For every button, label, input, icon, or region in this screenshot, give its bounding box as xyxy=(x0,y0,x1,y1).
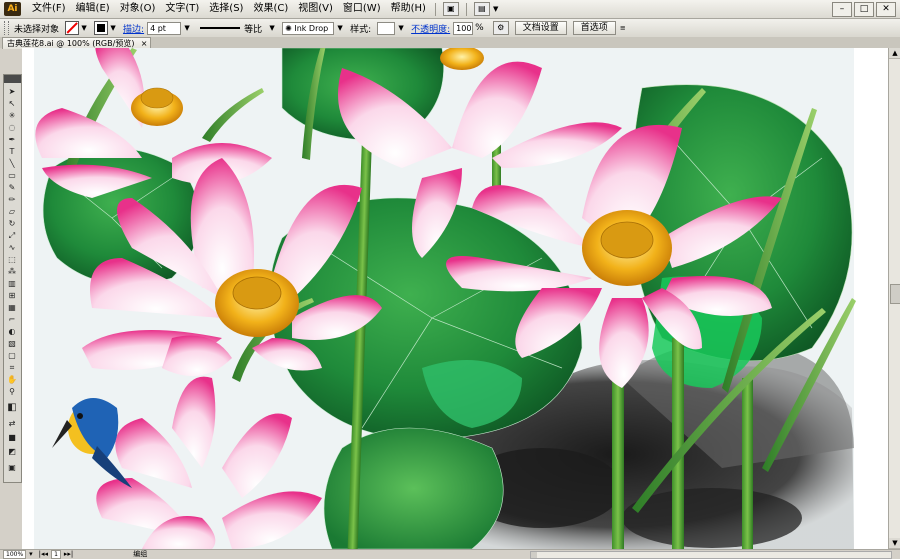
free-transform-icon[interactable]: ⬚ xyxy=(6,255,18,265)
menu-edit[interactable]: 编辑(E) xyxy=(71,0,115,18)
menu-separator xyxy=(434,2,436,16)
live-paint-icon[interactable]: ▧ xyxy=(6,339,18,349)
brush-name: Ink Drop xyxy=(294,23,329,33)
document-setup-button[interactable]: 文档设置 xyxy=(514,21,567,35)
eyedropper-icon[interactable]: ⌐ xyxy=(6,315,18,325)
menu-bar: Ai 文件(F) 编辑(E) 对象(O) 文字(T) 选择(S) 效果(C) 视… xyxy=(0,0,900,19)
slice-icon[interactable]: ⌗ xyxy=(6,363,18,373)
horizontal-scrollbar[interactable] xyxy=(530,551,892,559)
maximize-icon[interactable]: □ xyxy=(854,2,874,17)
type-icon[interactable]: T xyxy=(6,147,18,157)
menu-help[interactable]: 帮助(H) xyxy=(386,0,431,18)
tools-panel: ➤ ↖ ✳ ◌ ✒ T ╲ ▭ ✎ ✏ ▱ ↻ ⤢ ∿ ⬚ ⁂ ▥ ⊞ ▦ ⌐ … xyxy=(3,74,22,483)
minimize-icon[interactable]: – xyxy=(832,2,852,17)
line-icon[interactable]: ╲ xyxy=(6,159,18,169)
vertical-scrollbar[interactable]: ▲ ▼ xyxy=(888,48,900,549)
lotus-artwork xyxy=(22,48,888,549)
menu-view[interactable]: 视图(V) xyxy=(293,0,338,18)
zoom-field[interactable]: 100% xyxy=(3,549,27,559)
pencil-icon[interactable]: ✏ xyxy=(6,195,18,205)
selection-status: 未选择对象 xyxy=(14,24,60,35)
blend-icon[interactable]: ◐ xyxy=(6,327,18,337)
app-logo: Ai xyxy=(4,2,21,16)
brush-icon: ✺ xyxy=(285,23,295,33)
profile-label: 等比 xyxy=(244,24,263,35)
direct-selection-icon[interactable]: ↖ xyxy=(6,99,18,109)
pen-icon[interactable]: ✒ xyxy=(6,135,18,145)
gradient-icon[interactable]: ▦ xyxy=(6,303,18,313)
color-mode-icon[interactable]: ■ xyxy=(6,433,18,443)
style-label: 样式: xyxy=(350,24,372,35)
grip-handle[interactable] xyxy=(4,21,9,35)
symbol-sprayer-icon[interactable]: ⁂ xyxy=(6,267,18,277)
arrange-documents-icon[interactable]: ▤ xyxy=(473,2,490,16)
screen-mode-icon[interactable]: ▣ xyxy=(6,463,18,473)
chevron-down-icon[interactable]: ▼ xyxy=(183,22,191,34)
menu-effect[interactable]: 效果(C) xyxy=(248,0,293,18)
control-bar: 未选择对象 ▼ ▼ 描边: 4 pt ▼ 等比 ▼ ✺ Ink Drop ▼ 样… xyxy=(0,19,900,38)
chevron-down-icon[interactable]: ▼ xyxy=(268,22,276,34)
lasso-icon[interactable]: ◌ xyxy=(6,123,18,133)
tools-panel-header[interactable] xyxy=(4,75,21,83)
rectangle-icon[interactable]: ▭ xyxy=(6,171,18,181)
hand-icon[interactable]: ✋ xyxy=(6,375,18,385)
opacity-link[interactable]: 不透明度: xyxy=(411,22,450,35)
preferences-button[interactable]: 首选项 xyxy=(572,21,616,35)
chevron-down-icon[interactable]: ▼ xyxy=(80,22,88,34)
stroke-swatch-icon[interactable] xyxy=(94,21,109,35)
close-icon[interactable]: ✕ xyxy=(876,2,896,17)
menu-separator xyxy=(465,2,467,16)
recolor-icon[interactable]: ⚙ xyxy=(492,21,509,35)
brush-field[interactable]: ✺ Ink Drop xyxy=(282,21,335,35)
panel-menu-icon[interactable]: ≡ xyxy=(619,22,627,34)
opacity-field[interactable]: 100 xyxy=(453,21,474,35)
warp-icon[interactable]: ∿ xyxy=(6,243,18,253)
scrollbar-thumb[interactable] xyxy=(890,284,900,304)
style-swatch[interactable] xyxy=(377,21,396,35)
chevron-down-icon[interactable]: ▼ xyxy=(109,22,117,34)
rotate-icon[interactable]: ↻ xyxy=(6,219,18,229)
chevron-up-icon[interactable]: ▲ xyxy=(889,48,900,59)
bridge-icon[interactable]: ▣ xyxy=(442,2,459,16)
graph-icon[interactable]: ▥ xyxy=(6,279,18,289)
brush-icon[interactable]: ✎ xyxy=(6,183,18,193)
scale-icon[interactable]: ⤢ xyxy=(6,231,18,241)
color-swatch-icon[interactable]: ◧ xyxy=(6,403,18,413)
chevron-down-icon[interactable]: ▼ xyxy=(336,22,344,34)
chevron-down-icon[interactable]: ▼ xyxy=(889,538,900,549)
menu-type[interactable]: 文字(T) xyxy=(160,0,204,18)
fill-swatch-icon[interactable] xyxy=(65,21,80,35)
scrollbar-thumb[interactable] xyxy=(531,552,537,558)
page-field[interactable]: 1 xyxy=(51,549,61,559)
document-tab-bar: 古典莲花8.ai @ 100% (RGB/预览) × xyxy=(0,37,900,49)
zoom-icon[interactable]: ⚲ xyxy=(6,387,18,397)
menu-object[interactable]: 对象(O) xyxy=(115,0,161,18)
window-controls: – □ ✕ xyxy=(832,2,896,17)
canvas[interactable] xyxy=(22,48,888,549)
menu-select[interactable]: 选择(S) xyxy=(204,0,248,18)
chevron-down-icon[interactable]: ▼ xyxy=(397,22,405,34)
stroke-link[interactable]: 描边: xyxy=(123,22,144,35)
document-title: 古典莲花8.ai @ 100% (RGB/预览) xyxy=(7,39,135,48)
opacity-unit: % xyxy=(475,23,484,33)
menu-file[interactable]: 文件(F) xyxy=(27,0,71,18)
mesh-icon[interactable]: ⊞ xyxy=(6,291,18,301)
stroke-weight-field[interactable]: 4 pt xyxy=(147,21,182,35)
draw-mode-icon[interactable]: ◩ xyxy=(6,447,18,457)
eraser-icon[interactable]: ▱ xyxy=(6,207,18,217)
menu-window[interactable]: 窗口(W) xyxy=(338,0,386,18)
stroke-profile-preview[interactable] xyxy=(200,27,241,29)
magic-wand-icon[interactable]: ✳ xyxy=(6,111,18,121)
selection-icon[interactable]: ➤ xyxy=(6,87,18,97)
swap-colors-icon[interactable]: ⇄ xyxy=(6,419,18,429)
artboard-icon[interactable]: ▢ xyxy=(6,351,18,361)
chevron-down-icon[interactable]: ▼ xyxy=(493,5,498,13)
